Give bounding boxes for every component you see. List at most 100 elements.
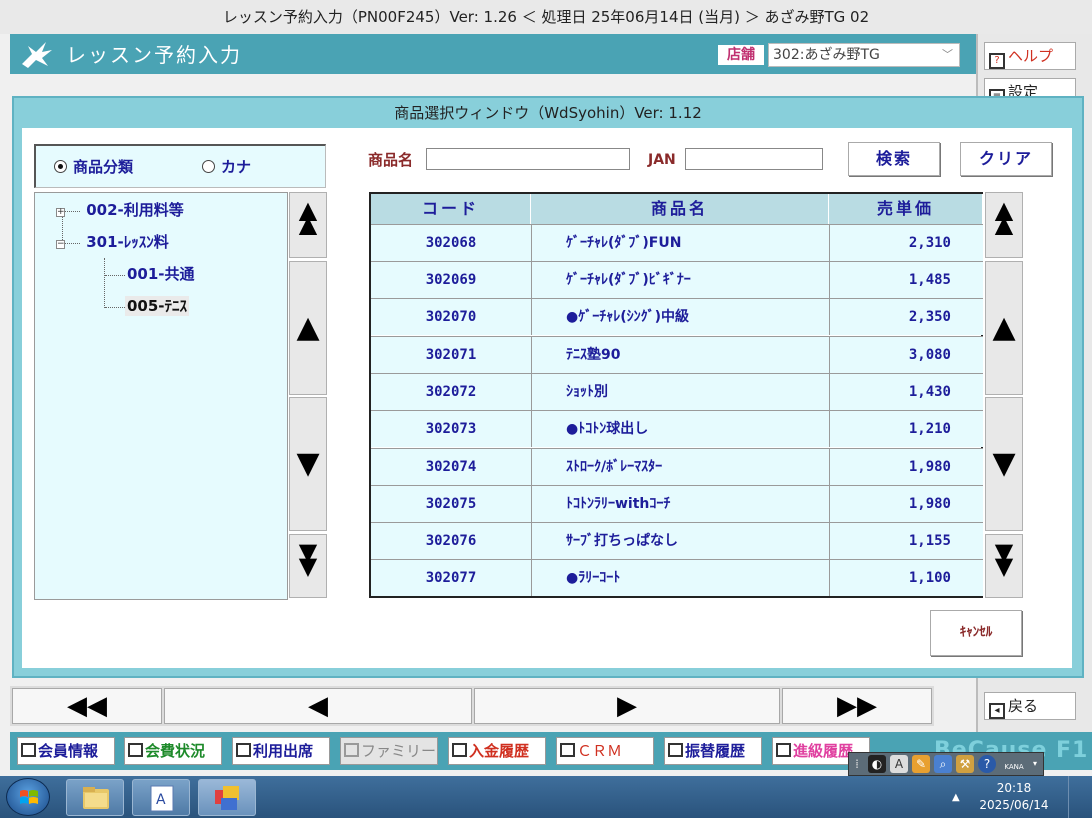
tree-scroll-top-button[interactable]: ▲ ▲ [289,192,327,258]
cell-price: 1,100 [829,560,981,596]
ime-dictionary-icon[interactable]: ✎ [912,755,930,773]
column-header-code[interactable]: コード [371,194,531,224]
table-scroll-top-button[interactable]: ▲ ▲ [985,192,1023,258]
tree-collapse-icon[interactable]: − [56,240,65,249]
window-icon [668,743,683,757]
nav-last-button[interactable]: ▶▶ [782,688,932,724]
taskbar-explorer-button[interactable] [66,779,124,816]
ime-kana-label[interactable]: KANA [1000,755,1028,773]
table-header: コード 商品名 売単価 [371,194,983,224]
clear-button[interactable]: クリア [960,142,1052,176]
taskbar-app-button[interactable] [198,779,256,816]
transfer-history-button[interactable]: 振替履歴 [664,737,762,765]
start-button[interactable] [6,778,50,816]
taskbar-wordpad-button[interactable]: A [132,779,190,816]
show-desktop-button[interactable] [1068,776,1092,818]
ime-mode-icon[interactable]: ◐ [868,755,886,773]
svg-text:A: A [156,792,166,808]
cell-price: 2,350 [829,299,981,335]
window-icon [128,743,143,757]
double-up-icon: ▲ ▲ [298,196,318,238]
column-header-name[interactable]: 商品名 [531,194,829,224]
ime-tools-icon[interactable]: ⚒ [956,755,974,773]
ime-grip-icon[interactable]: ⁞ [852,755,862,773]
table-row[interactable]: 302072 ｼｮｯﾄ別 1,430 [371,373,983,410]
member-info-button[interactable]: 会員情報 [17,737,115,765]
radio-unselected-icon [202,160,215,173]
jan-label: JAN [648,152,676,168]
payment-history-button[interactable]: 入金履歴 [448,737,546,765]
store-select[interactable]: 302:あざみ野TG ﹀ [768,43,960,67]
table-row[interactable]: 302070 ●ｹﾞｰﾁｬﾚ(ｼﾝｸﾞ)中級 2,350 [371,298,983,335]
double-right-icon: ▶▶ [837,691,877,721]
cell-price: 1,210 [829,411,981,447]
double-up-icon: ▲ ▲ [994,196,1014,238]
window-icon [452,743,467,757]
cell-code: 302073 [425,421,477,437]
tree-item-001[interactable]: 001-共通 [127,264,195,284]
table-row[interactable]: 302071 ﾃﾆｽ塾90 3,080 [371,336,983,373]
table-scroll-down-button[interactable]: ▼ [985,397,1023,531]
fee-status-button[interactable]: 会費状況 [124,737,222,765]
ime-input-icon[interactable]: A [890,755,908,773]
clock-time: 20:18 [996,781,1032,795]
ime-menu-icon[interactable]: ▾ [1030,755,1040,773]
jan-input[interactable] [685,148,823,170]
table-row[interactable]: 302074 ｽﾄﾛｰｸ/ﾎﾞﾚｰﾏｽﾀｰ 1,980 [371,448,983,485]
ime-help-icon[interactable]: ? [978,755,996,773]
tree-expand-icon[interactable]: + [56,208,65,217]
window-title-bar: レッスン予約入力（PN00F245）Ver: 1.26 ＜ 処理日 25年06月… [0,0,1092,34]
cell-name: ｻｰﾌﾞ打ちっぱなし [531,523,829,559]
window-title: レッスン予約入力（PN00F245）Ver: 1.26 ＜ 処理日 25年06月… [222,8,870,26]
cell-code: 302075 [425,496,477,512]
radio-kana[interactable]: カナ [202,158,251,176]
table-row[interactable]: 302068 ｹﾞｰﾁｬﾚ(ﾀﾞﾌﾞ)FUN 2,310 [371,224,983,261]
cell-price: 1,155 [829,523,981,559]
back-button[interactable]: ◂ 戻る [984,692,1076,720]
cell-price: 2,310 [829,225,981,261]
search-button[interactable]: 検索 [848,142,940,176]
table-row[interactable]: 302077 ●ﾗﾘｰｺｰﾄ 1,100 [371,559,983,596]
tree-scroll-bottom-button[interactable]: ▼ ▼ [289,534,327,598]
column-header-price[interactable]: 売単価 [829,194,983,224]
nav-next-button[interactable]: ▶ [474,688,780,724]
table-scroll-up-button[interactable]: ▲ [985,261,1023,395]
family-button[interactable]: ファミリー [340,737,438,765]
tree-connector [104,258,105,308]
tree-item-301[interactable]: − 301-ﾚｯｽﾝ料 [56,232,169,252]
attendance-button[interactable]: 利用出席 [232,737,330,765]
tree-connector [105,307,125,308]
tree-scroll-down-button[interactable]: ▼ [289,397,327,531]
tree-scroll-up-button[interactable]: ▲ [289,261,327,395]
folder-icon [83,787,109,809]
up-icon: ▲ [992,310,1016,345]
tree-item-002[interactable]: + 002-利用料等 [56,200,184,220]
radio-category[interactable]: 商品分類 [54,158,133,176]
back-icon: ◂ [989,703,1005,719]
cell-name: ﾃﾆｽ塾90 [531,337,829,373]
dialog-title: 商品選択ウィンドウ（WdSyohin）Ver: 1.12 [394,104,702,122]
tree-item-005-selected[interactable]: 005-ﾃﾆｽ [125,296,190,316]
cancel-button[interactable]: ｷｬﾝｾﾙ [930,610,1022,656]
table-row[interactable]: 302069 ｹﾞｰﾁｬﾚ(ﾀﾞﾌﾞ)ﾋﾞｷﾞﾅｰ 1,485 [371,261,983,298]
window-icon [236,743,251,757]
crm-button[interactable]: ＣＲＭ [556,737,654,765]
help-button[interactable]: ? ヘルプ [984,42,1076,70]
cell-code: 302070 [425,309,477,325]
chevron-down-icon: ﹀ [942,48,953,61]
taskbar-clock[interactable]: 20:18 2025/06/14 [968,780,1060,814]
table-row[interactable]: 302076 ｻｰﾌﾞ打ちっぱなし 1,155 [371,522,983,559]
up-icon: ▲ [296,310,320,345]
help-icon: ? [989,53,1005,69]
nav-first-button[interactable]: ◀◀ [12,688,162,724]
table-scroll-bottom-button[interactable]: ▼ ▼ [985,534,1023,598]
cell-name: ｽﾄﾛｰｸ/ﾎﾞﾚｰﾏｽﾀｰ [531,449,829,485]
table-row[interactable]: 302073 ●ﾄｺﾄﾝ球出し 1,210 [371,410,983,447]
ime-pad-icon[interactable]: ⌕ [934,755,952,773]
tree-connector [105,275,125,276]
table-row[interactable]: 302075 ﾄｺﾄﾝﾗﾘｰwithｺｰﾁ 1,980 [371,485,983,522]
nav-prev-button[interactable]: ◀ [164,688,472,724]
cell-code: 302072 [425,384,477,400]
tray-expand-icon[interactable]: ▲ [952,792,960,803]
product-name-input[interactable] [426,148,630,170]
